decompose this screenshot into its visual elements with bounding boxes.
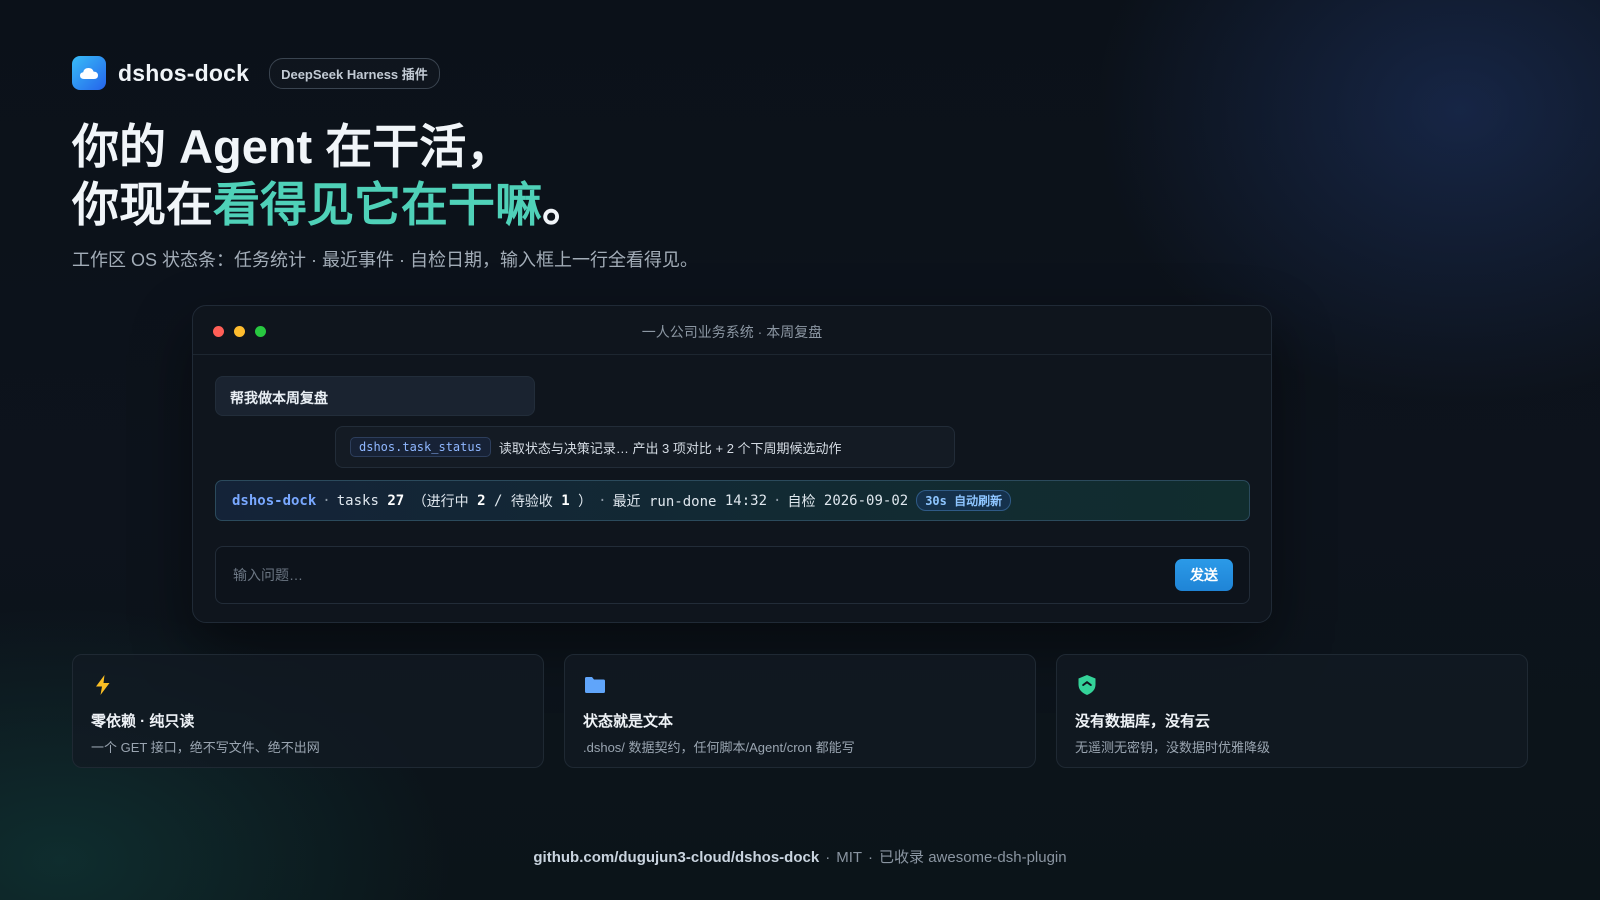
separator: ·	[773, 492, 782, 509]
close-paren: ）	[578, 493, 593, 510]
dock-name: dshos-dock	[232, 492, 317, 509]
brand-name: dshos-dock	[118, 59, 250, 86]
pending-label: 待验收	[510, 493, 553, 510]
recent-label: 最近 run-done	[612, 493, 717, 510]
check-date: 2026-09-02	[823, 492, 909, 509]
brand-header: dshos-dock DeepSeek Harness 插件	[72, 56, 440, 90]
license: MIT	[836, 849, 863, 866]
send-button[interactable]: 发送	[1175, 559, 1233, 591]
hero-subtitle: 工作区 OS 状态条：任务统计 · 最近事件 · 自检日期，输入框上一行全看得见…	[72, 250, 698, 270]
check-label: 自检	[787, 493, 816, 510]
feature-title: 状态就是文本	[583, 713, 674, 730]
in-progress-count: 2	[477, 492, 486, 509]
user-message: 帮我做本周复盘	[215, 376, 535, 416]
tasks-total: 27	[387, 492, 405, 509]
tool-call-message: dshos.task_status 读取状态与决策记录… 产出 3 项对比 + …	[335, 426, 955, 468]
cloud-icon	[72, 56, 106, 90]
headline-line-2: 你现在看得见它在干嘛。	[72, 176, 589, 234]
auto-refresh-chip: 30s 自动刷新	[916, 490, 1012, 511]
recent-time: 14:32	[724, 492, 768, 509]
headline-accent: 看得见它在干嘛	[213, 178, 542, 231]
shield-icon	[1078, 675, 1096, 695]
repo-link[interactable]: github.com/dugujun3-cloud/dshos-dock	[533, 849, 819, 866]
separator: ·	[868, 849, 874, 866]
headline-suffix: 。	[542, 178, 589, 231]
headline-prefix: 你现在	[72, 178, 213, 231]
hero-headline: 你的 Agent 在干活， 你现在看得见它在干嘛。	[72, 118, 589, 234]
feature-card-no-cloud: 没有数据库，没有云 无遥测无密钥，没数据时优雅降级	[1056, 654, 1528, 768]
feature-desc: 一个 GET 接口，绝不写文件、绝不出网	[91, 740, 320, 755]
listed-text: 已收录 awesome-dsh-plugin	[879, 849, 1067, 866]
feature-desc: 无遥测无密钥，没数据时优雅降级	[1075, 740, 1271, 755]
tasks-label: tasks	[336, 492, 379, 509]
composer: 发送	[215, 546, 1250, 604]
folder-icon	[585, 677, 605, 693]
plugin-badge: DeepSeek Harness 插件	[269, 57, 440, 89]
headline-line-1: 你的 Agent 在干活，	[72, 120, 514, 173]
slash: /	[493, 492, 503, 509]
chat-window: 一人公司业务系统 · 本周复盘 帮我做本周复盘 dshos.task_statu…	[192, 305, 1272, 623]
feature-card-readonly: 零依赖 · 纯只读 一个 GET 接口，绝不写文件、绝不出网	[72, 654, 544, 768]
separator: ·	[322, 492, 331, 509]
lightning-icon	[96, 675, 110, 695]
pending-count: 1	[561, 492, 570, 509]
separator: ·	[825, 849, 831, 866]
feature-card-text-state: 状态就是文本 .dshos/ 数据契约，任何脚本/Agent/cron 都能写	[564, 654, 1036, 768]
tool-tag: dshos.task_status	[350, 437, 491, 457]
window-title: 一人公司业务系统 · 本周复盘	[641, 324, 823, 340]
in-progress-label: （进行中	[412, 493, 469, 510]
window-titlebar: 一人公司业务系统 · 本周复盘	[193, 306, 1271, 355]
feature-desc: .dshos/ 数据契约，任何脚本/Agent/cron 都能写	[583, 740, 855, 755]
dock-status-bar: dshos-dock · tasks 27 （进行中 2 / 待验收 1 ） ·…	[215, 480, 1250, 521]
footer: github.com/dugujun3-cloud/dshos-dock · MIT…	[0, 846, 1600, 867]
separator: ·	[598, 492, 607, 509]
feature-title: 零依赖 · 纯只读	[91, 713, 195, 730]
tool-call-text: 读取状态与决策记录… 产出 3 项对比 + 2 个下周期候选动作	[498, 440, 842, 456]
feature-title: 没有数据库，没有云	[1075, 713, 1211, 730]
question-input[interactable]	[217, 548, 1117, 602]
